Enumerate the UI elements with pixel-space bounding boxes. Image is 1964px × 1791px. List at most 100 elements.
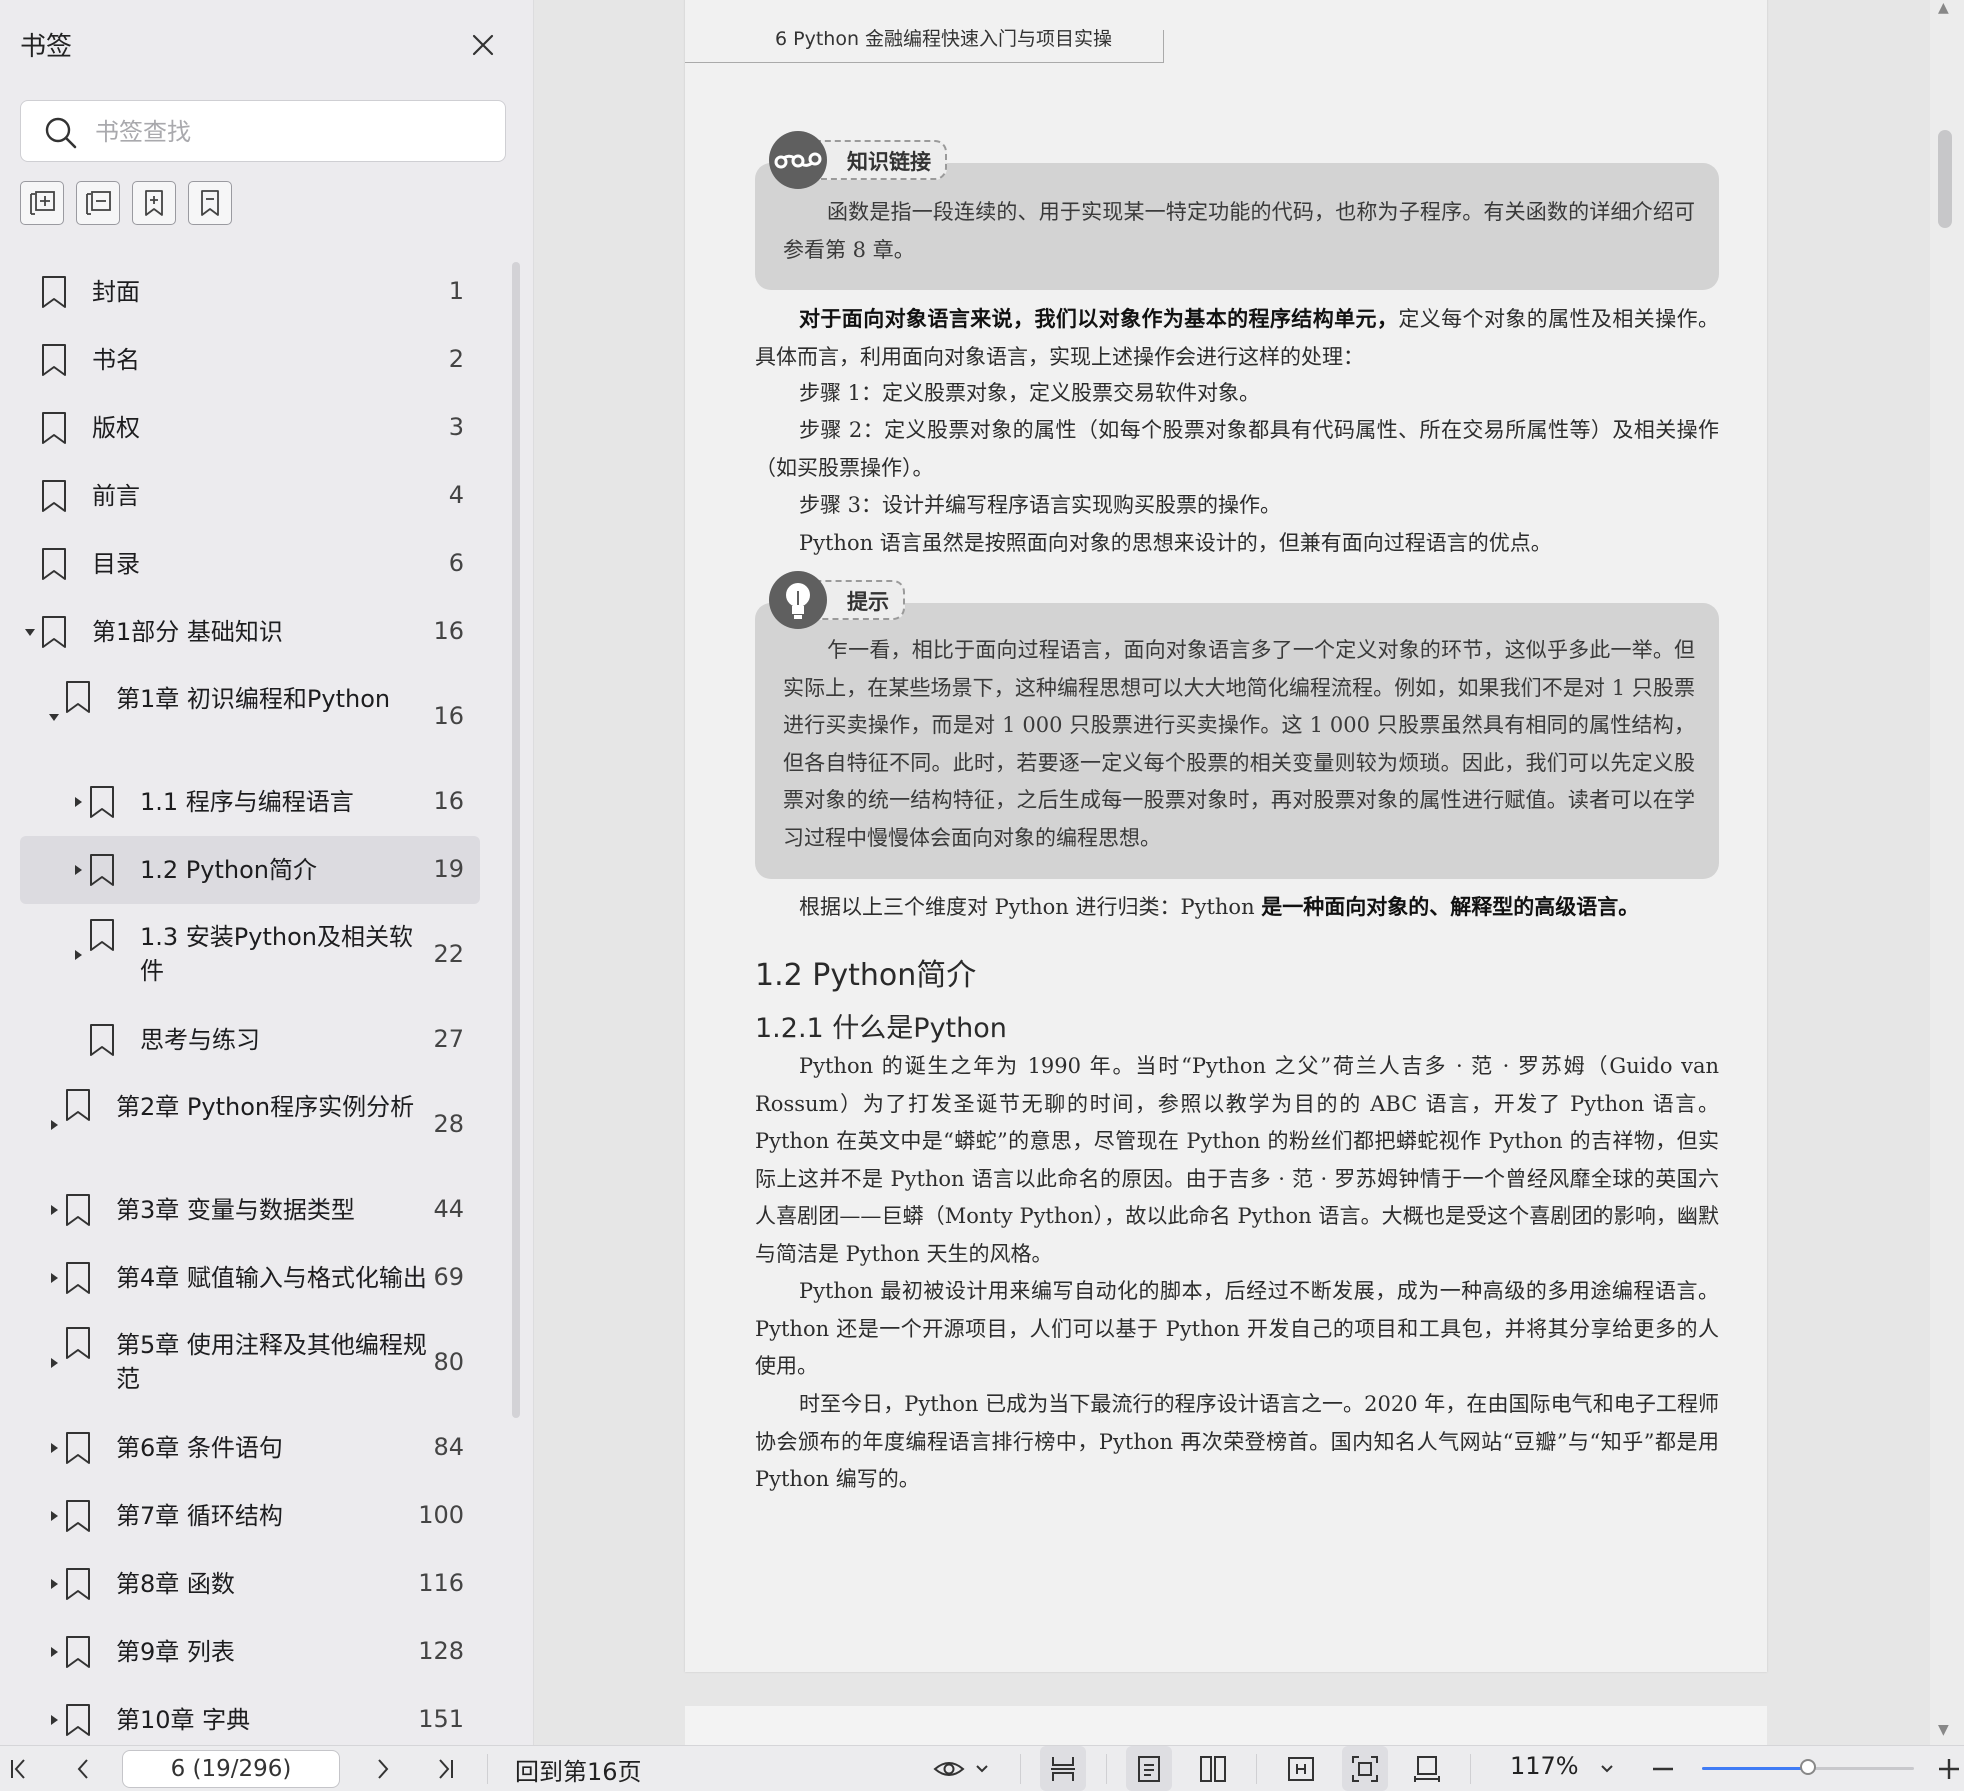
paragraph-summary: 根据以上三个维度对 Python 进行归类：Python 是一种面向对象的、解释…	[755, 888, 1719, 927]
fit-width-icon[interactable]	[1278, 1746, 1324, 1791]
two-page-icon[interactable]	[1190, 1746, 1236, 1791]
bookmark-item[interactable]: 第1部分 基础知识 16	[20, 598, 480, 666]
zoom-slider-fill	[1702, 1767, 1808, 1770]
collapsed-arrow-icon[interactable]	[48, 1204, 60, 1216]
bookmark-item[interactable]: 第6章 条件语句 84	[20, 1414, 480, 1482]
bookmark-button[interactable]	[188, 181, 232, 225]
section-heading: 1.2 Python简介	[755, 958, 977, 993]
bookmark-icon	[42, 548, 66, 580]
bookmark-page-number: 6	[448, 549, 464, 577]
toolbar-divider	[1470, 1754, 1471, 1784]
bookmark-item[interactable]: 封面 1	[20, 258, 480, 326]
bookmark-icon	[90, 1024, 114, 1056]
bookmark-item[interactable]: 版权 3	[20, 394, 480, 462]
bookmark-icon	[42, 480, 66, 512]
collapsed-arrow-icon[interactable]	[48, 1578, 60, 1590]
bookmark-label: 第1章 初识编程和Python	[116, 685, 391, 713]
bookmark-item[interactable]: 书名 2	[20, 326, 480, 394]
bookmark-label: 1.3 安装Python及相关软件	[140, 923, 413, 985]
bookmark-icon	[66, 681, 90, 713]
collapsed-arrow-icon[interactable]	[72, 864, 84, 876]
fit-page-icon[interactable]	[1342, 1746, 1388, 1791]
collapsed-arrow-icon[interactable]	[72, 949, 84, 961]
bookmark-icon	[66, 1500, 90, 1532]
paragraph-oop-bold: 对于面向对象语言来说，我们以对象作为基本的程序结构单元，	[799, 306, 1399, 331]
zoom-slider-knob[interactable]	[1800, 1759, 1816, 1775]
collapsed-arrow-icon[interactable]	[48, 1714, 60, 1726]
bookmark-item[interactable]: 第4章 赋值输入与格式化输出 69	[20, 1244, 480, 1312]
bookmark-page-number: 69	[433, 1263, 464, 1291]
bookmark-item[interactable]: 第1章 初识编程和Python 16	[20, 666, 480, 768]
bookmark-search-box[interactable]	[20, 100, 506, 162]
bookmark-item[interactable]: 第5章 使用注释及其他编程规范 80	[20, 1312, 480, 1414]
bookmark-search-input[interactable]	[93, 111, 487, 153]
document-scrollbar[interactable]: ▲ ▼	[1930, 0, 1964, 1745]
expand-all-button[interactable]	[20, 181, 64, 225]
bookmark-icon	[66, 1568, 90, 1600]
next-page-icon[interactable]	[366, 1746, 400, 1791]
bookmark-item[interactable]: 前言 4	[20, 462, 480, 530]
collapsed-arrow-icon[interactable]	[48, 1119, 60, 1131]
collapsed-arrow-icon[interactable]	[48, 1442, 60, 1454]
zoom-slider[interactable]	[1702, 1759, 1914, 1775]
bookmark-page-number: 16	[433, 787, 464, 815]
toolbar-divider	[1256, 1754, 1257, 1784]
bookmark-item[interactable]: 第3章 变量与数据类型 44	[20, 1176, 480, 1244]
bookmark-icon	[42, 344, 66, 376]
bookmark-item[interactable]: 1.2 Python简介 19	[20, 836, 480, 904]
collapsed-arrow-icon[interactable]	[72, 796, 84, 808]
bookmark-page-number: 100	[418, 1501, 464, 1529]
collapsed-arrow-icon[interactable]	[48, 1357, 60, 1369]
collapsed-arrow-icon[interactable]	[48, 1510, 60, 1522]
zoom-dropdown-icon[interactable]	[1592, 1746, 1622, 1791]
panel-title: 书签	[20, 32, 73, 62]
bookmark-item[interactable]: 第2章 Python程序实例分析 28	[20, 1074, 480, 1176]
single-page-icon[interactable]	[1126, 1746, 1172, 1791]
eye-icon[interactable]	[930, 1746, 994, 1791]
expanded-arrow-icon[interactable]	[48, 711, 60, 723]
bookmark-label: 版权	[92, 414, 140, 442]
add-bookmark-button[interactable]	[132, 181, 176, 225]
continuous-scroll-icon[interactable]	[1040, 1746, 1086, 1791]
bookmark-label: 第7章 循环结构	[116, 1502, 283, 1530]
search-icon	[45, 117, 77, 149]
first-page-icon[interactable]	[2, 1746, 36, 1791]
bookmark-item[interactable]: 第8章 函数 116	[20, 1550, 480, 1618]
tip-text: 乍一看，相比于面向过程语言，面向对象语言多了一个定义对象的环节，这似乎多此一举。…	[783, 638, 1695, 850]
sidebar-scrollbar[interactable]	[512, 262, 520, 1418]
scroll-down-arrow-icon[interactable]: ▼	[1938, 1722, 1949, 1738]
step-3: 步骤 3：设计并编写程序语言实现购买股票的操作。	[799, 493, 1282, 517]
bookmark-icon	[66, 1262, 90, 1294]
bookmark-item[interactable]: 第7章 循环结构 100	[20, 1482, 480, 1550]
scrollbar-thumb[interactable]	[1938, 130, 1952, 228]
collapsed-arrow-icon[interactable]	[48, 1272, 60, 1284]
last-page-icon[interactable]	[428, 1746, 462, 1791]
add-bookmark-icon	[145, 190, 163, 216]
page-number-input[interactable]	[122, 1750, 340, 1788]
bookmark-label: 前言	[92, 482, 140, 510]
bookmark-icon	[66, 1194, 90, 1226]
collapse-all-button[interactable]	[76, 181, 120, 225]
bookmark-item[interactable]: 1.3 安装Python及相关软件 22	[20, 904, 480, 1006]
zoom-value[interactable]: 117%	[1510, 1752, 1579, 1780]
collapsed-arrow-icon[interactable]	[48, 1646, 60, 1658]
bookmark-item[interactable]: 第9章 列表 128	[20, 1618, 480, 1686]
bookmark-item[interactable]: 思考与练习 27	[20, 1006, 480, 1074]
bookmark-page-number: 19	[433, 855, 464, 883]
close-icon[interactable]	[466, 28, 500, 62]
bookmark-item[interactable]: 目录 6	[20, 530, 480, 598]
scroll-up-arrow-icon[interactable]: ▲	[1938, 0, 1949, 16]
zoom-out-icon[interactable]	[1646, 1746, 1680, 1791]
expanded-arrow-icon[interactable]	[24, 626, 36, 638]
bookmark-label: 1.1 程序与编程语言	[140, 788, 354, 816]
bookmark-item[interactable]: 1.1 程序与编程语言 16	[20, 768, 480, 836]
actual-size-icon[interactable]	[1404, 1746, 1450, 1791]
bookmark-item[interactable]: 第10章 字典 151	[20, 1686, 480, 1745]
paragraph-oop: 对于面向对象语言来说，我们以对象作为基本的程序结构单元，定义每个对象的属性及相关…	[755, 300, 1719, 376]
back-to-page-link[interactable]: 回到第16页	[515, 1752, 642, 1787]
collapse-all-icon	[86, 191, 111, 215]
zoom-in-icon[interactable]	[1934, 1746, 1964, 1791]
bookmark-panel: 书签 封面1书名2版权3前言4目录6第1部分 基础知识16第1章 初识编程和Py…	[0, 0, 534, 1745]
bookmark-page-number: 16	[433, 617, 464, 645]
previous-page-icon[interactable]	[66, 1746, 100, 1791]
